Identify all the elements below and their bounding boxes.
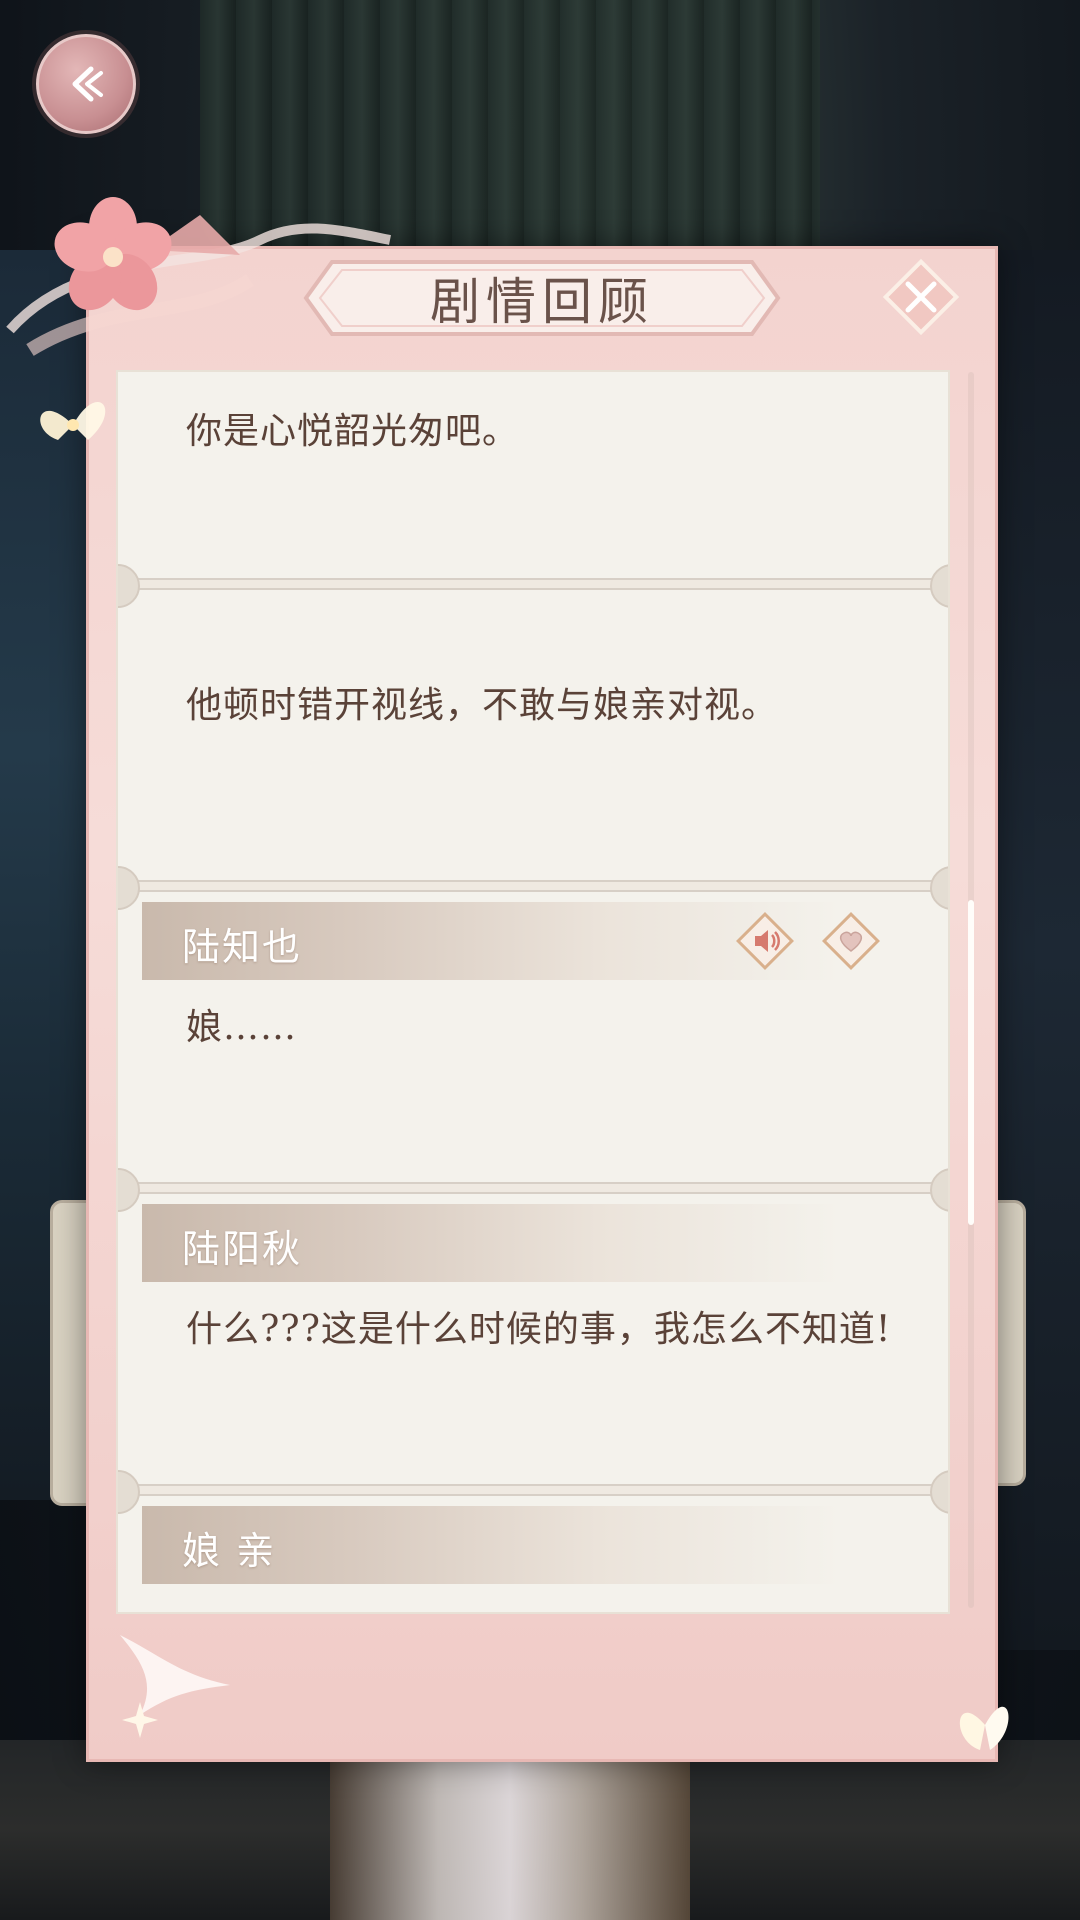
butterfly-icon-right	[959, 1706, 1009, 1750]
favorite-button[interactable]	[820, 910, 882, 972]
back-arrow-icon	[72, 66, 103, 102]
dialogue-history-list[interactable]: 你是心悦韶光匆吧。 他顿时错开视线，不敢与娘亲对视。 陆知也 娘…… 陆阳秋 什…	[116, 370, 950, 1614]
list-item: 陆阳秋 什么???这是什么时候的事，我怎么不知道!	[118, 1192, 948, 1492]
list-item: 陆知也 娘……	[118, 890, 948, 1190]
title-plate: 剧情回顾	[302, 258, 782, 338]
dialogue-text: 娘……	[186, 1007, 298, 1048]
scrollbar-thumb[interactable]	[968, 900, 974, 1225]
speaker-name: 娘 亲	[182, 1529, 277, 1573]
dialogue-text: 你是心悦韶光匆吧。	[186, 411, 520, 452]
speaker-name: 陆阳秋	[182, 1227, 303, 1271]
list-item: 你是心悦韶光匆吧。	[118, 372, 948, 572]
list-item: 他顿时错开视线，不敢与娘亲对视。	[118, 588, 948, 888]
speaker-name-bar: 陆阳秋	[142, 1204, 842, 1282]
back-button[interactable]	[36, 34, 136, 134]
dialogue-text: 什么???这是什么时候的事，我怎么不知道!	[186, 1309, 892, 1350]
voice-replay-button[interactable]	[734, 910, 796, 972]
speaker-name-bar: 娘 亲	[142, 1506, 842, 1584]
sparkle-icon	[122, 1702, 158, 1738]
speaker-name: 陆知也	[182, 925, 303, 969]
dialogue-text: 他顿时错开视线，不敢与娘亲对视。	[186, 685, 779, 726]
plum-blossom-icon	[54, 197, 172, 311]
background-character-robe	[330, 1760, 690, 1920]
close-button[interactable]	[880, 256, 962, 338]
list-item: 娘 亲	[118, 1494, 948, 1612]
page-title: 剧情回顾	[430, 273, 654, 331]
butterfly-icon	[40, 402, 106, 440]
